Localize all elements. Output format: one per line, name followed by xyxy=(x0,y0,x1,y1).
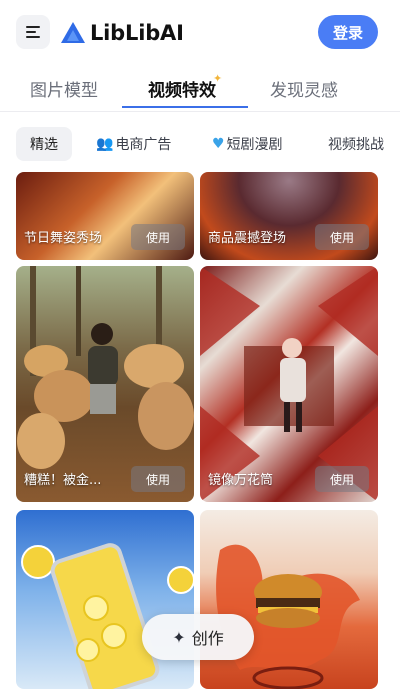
chip-ecommerce-ads[interactable]: 👥 电商广告 xyxy=(96,127,171,161)
effect-card[interactable]: 镜像万花筒 使用 xyxy=(200,266,378,502)
menu-button[interactable] xyxy=(16,15,50,49)
logo[interactable]: LibLibAI xyxy=(60,18,184,48)
lemon-drink-thumbnail xyxy=(21,543,194,689)
chip-featured[interactable]: 精选 xyxy=(16,127,72,161)
effect-card[interactable]: 糟糕！被金... 使用 xyxy=(16,266,194,502)
people-icon: 👥 xyxy=(96,136,114,152)
main-tabs: 图片模型 视频特效 ✦ 发现灵感 xyxy=(0,66,400,112)
tab-image-models[interactable]: 图片模型 xyxy=(30,76,98,101)
use-button[interactable]: 使用 xyxy=(131,466,185,492)
chip-label: 电商广告 xyxy=(115,137,172,153)
use-button[interactable]: 使用 xyxy=(315,224,369,250)
chip-label: 精选 xyxy=(30,137,58,153)
liblib-logo-icon xyxy=(61,22,85,43)
active-tab-indicator xyxy=(122,106,248,108)
chip-label: 视频挑战 xyxy=(328,137,384,153)
use-button[interactable]: 使用 xyxy=(131,224,185,250)
effect-card[interactable] xyxy=(200,510,378,689)
card-title: 节日舞姿秀场 xyxy=(24,231,103,246)
category-chips: 精选 👥 电商广告 ♥ 短剧漫剧 视频挑战 xyxy=(0,124,400,164)
chip-video-challenge[interactable]: 视频挑战 xyxy=(328,127,384,161)
tab-video-effects[interactable]: 视频特效 xyxy=(148,76,216,101)
sparkle-icon: ✦ xyxy=(172,627,186,647)
card-title: 镜像万花筒 xyxy=(208,473,274,488)
login-button[interactable]: 登录 xyxy=(318,15,378,49)
create-label: 创作 xyxy=(191,629,224,648)
app-header: LibLibAI 登录 xyxy=(0,0,400,64)
tab-discover-inspiration[interactable]: 发现灵感 xyxy=(270,76,338,101)
heart-icon: ♥ xyxy=(212,136,225,152)
effect-card[interactable]: 节日舞姿秀场 使用 xyxy=(16,172,194,260)
logo-text: LibLibAI xyxy=(90,21,184,45)
sparkle-icon: ✦ xyxy=(213,72,223,85)
use-button[interactable]: 使用 xyxy=(315,466,369,492)
card-title: 商品震撼登场 xyxy=(208,231,287,246)
effect-card[interactable] xyxy=(16,510,194,689)
hamburger-icon xyxy=(26,26,40,38)
chip-short-drama[interactable]: ♥ 短剧漫剧 xyxy=(212,127,283,161)
create-button[interactable]: ✦ 创作 xyxy=(142,614,254,660)
burger-splash-thumbnail xyxy=(216,544,360,689)
effect-card[interactable]: 商品震撼登场 使用 xyxy=(200,172,378,260)
effects-grid: 节日舞姿秀场 使用 商品震撼登场 使用 糟糕！被金... 使用 镜像万花筒 使用 xyxy=(0,172,400,689)
chip-label: 短剧漫剧 xyxy=(226,137,283,153)
card-title: 糟糕！被金... xyxy=(24,473,102,488)
